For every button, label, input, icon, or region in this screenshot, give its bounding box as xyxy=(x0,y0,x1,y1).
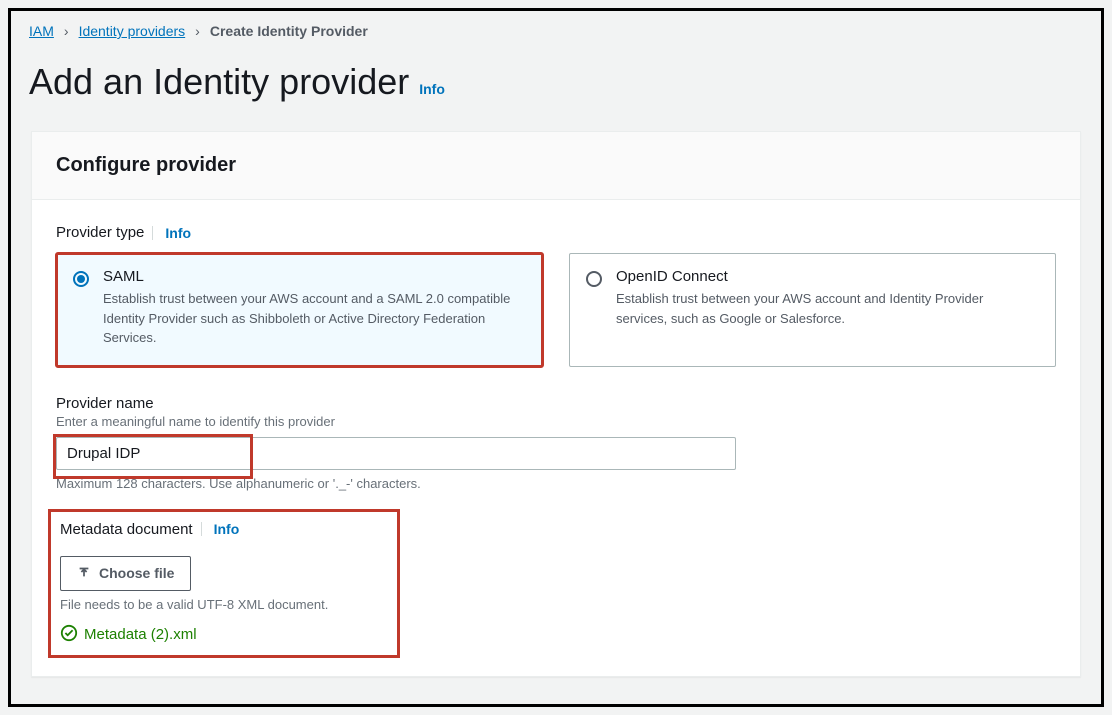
page-info-link[interactable]: Info xyxy=(419,81,445,97)
provider-name-hint: Enter a meaningful name to identify this… xyxy=(56,414,1056,429)
chevron-right-icon: › xyxy=(64,23,69,39)
divider xyxy=(201,522,202,536)
metadata-hint: File needs to be a valid UTF-8 XML docum… xyxy=(60,597,328,612)
radio-saml-desc: Establish trust between your AWS account… xyxy=(103,289,524,348)
provider-type-info-link[interactable]: Info xyxy=(165,225,191,241)
choose-file-label: Choose file xyxy=(99,565,174,581)
provider-name-label: Provider name xyxy=(56,395,1056,412)
breadcrumb-identity-providers[interactable]: Identity providers xyxy=(79,23,186,39)
panel-heading: Configure provider xyxy=(56,154,1056,177)
success-check-icon xyxy=(60,624,78,646)
breadcrumb-iam[interactable]: IAM xyxy=(29,23,54,39)
metadata-label: Metadata document xyxy=(60,521,193,538)
radio-saml-title: SAML xyxy=(103,268,524,285)
choose-file-button[interactable]: Choose file xyxy=(60,556,191,591)
provider-type-label: Provider type xyxy=(56,224,144,241)
radio-icon xyxy=(73,271,89,287)
breadcrumb-current: Create Identity Provider xyxy=(210,23,368,39)
radio-icon xyxy=(586,271,602,287)
upload-icon xyxy=(77,565,91,582)
metadata-info-link[interactable]: Info xyxy=(214,521,240,537)
uploaded-filename: Metadata (2).xml xyxy=(84,626,197,643)
radio-openid-title: OpenID Connect xyxy=(616,268,1037,285)
provider-type-openid[interactable]: OpenID Connect Establish trust between y… xyxy=(569,253,1056,367)
breadcrumb: IAM › Identity providers › Create Identi… xyxy=(29,23,1083,39)
provider-type-saml[interactable]: SAML Establish trust between your AWS ac… xyxy=(56,253,543,367)
provider-name-input[interactable] xyxy=(56,437,736,470)
provider-name-constraint: Maximum 128 characters. Use alphanumeric… xyxy=(56,476,1056,491)
divider xyxy=(152,226,153,240)
radio-openid-desc: Establish trust between your AWS account… xyxy=(616,289,1037,328)
configure-provider-panel: Configure provider Provider type Info SA… xyxy=(31,131,1081,677)
chevron-right-icon: › xyxy=(195,23,200,39)
page-title: Add an Identity provider xyxy=(29,61,409,103)
